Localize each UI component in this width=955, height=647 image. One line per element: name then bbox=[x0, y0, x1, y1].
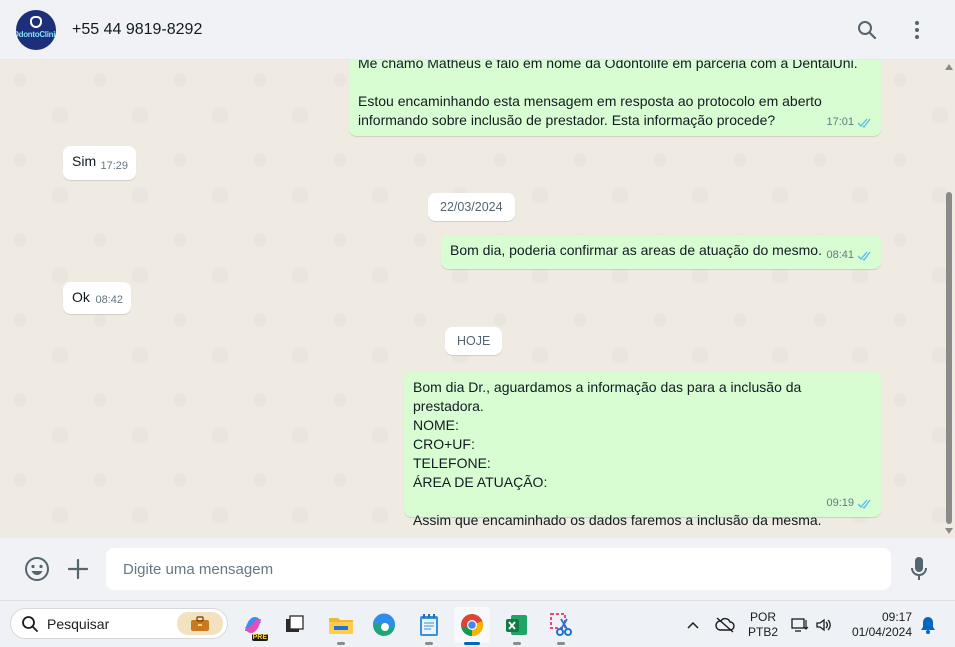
date-divider: 22/03/2024 bbox=[428, 193, 515, 221]
chat-header: OdontoClinic +55 44 9819-8292 bbox=[0, 0, 955, 60]
double-check-icon bbox=[857, 499, 871, 509]
menu-dots-icon[interactable] bbox=[905, 18, 929, 42]
cloud-offline-icon[interactable] bbox=[713, 601, 737, 647]
keyboard-layout: PTB2 bbox=[747, 624, 778, 639]
tooth-logo-icon bbox=[30, 15, 42, 28]
message-incoming[interactable]: Ok 08:42 bbox=[63, 282, 131, 314]
copilot-icon[interactable]: PRE bbox=[235, 607, 271, 643]
snipping-tool-icon[interactable] bbox=[543, 607, 579, 645]
notepad-icon[interactable] bbox=[411, 607, 447, 645]
message-text: Ok bbox=[72, 289, 90, 305]
scroll-down-arrow-icon[interactable] bbox=[945, 528, 953, 534]
volume-icon[interactable] bbox=[813, 601, 835, 647]
language-indicator[interactable]: POR PTB2 bbox=[742, 601, 784, 647]
message-text: Me chamo Matheus e falo em nome da Odont… bbox=[358, 60, 858, 71]
contact-avatar[interactable]: OdontoClinic bbox=[16, 9, 56, 50]
double-check-icon bbox=[857, 118, 871, 128]
message-outgoing[interactable]: Me chamo Matheus e falo em nome da Odont… bbox=[349, 60, 881, 136]
taskbar-search-placeholder: Pesquisar bbox=[47, 615, 110, 632]
date-divider: HOJE bbox=[445, 327, 503, 355]
task-view-icon[interactable] bbox=[276, 607, 312, 643]
contact-name[interactable]: +55 44 9819-8292 bbox=[72, 21, 202, 39]
message-time: 17:01 bbox=[826, 116, 854, 128]
network-icon[interactable] bbox=[790, 601, 810, 647]
message-time: 17:29 bbox=[100, 160, 128, 172]
avatar-logo-text: OdontoClinic bbox=[16, 30, 56, 39]
scroll-up-arrow-icon[interactable] bbox=[945, 64, 953, 70]
message-time: 08:42 bbox=[95, 294, 123, 306]
taskbar-search[interactable]: Pesquisar bbox=[10, 608, 228, 639]
message-time: 09:19 bbox=[826, 497, 854, 509]
clock-time: 09:17 bbox=[881, 609, 912, 624]
message-text: Bom dia Dr., aguardamos a informação das… bbox=[413, 379, 822, 528]
message-composer bbox=[0, 538, 955, 600]
notification-bell-icon[interactable] bbox=[917, 601, 939, 647]
message-text: Bom dia, poderia confirmar as areas de a… bbox=[450, 242, 822, 258]
windows-taskbar: Pesquisar PRE POR PTB2 09:17 01/04/2024 bbox=[0, 600, 955, 647]
language-code: POR bbox=[749, 609, 776, 624]
search-icon[interactable] bbox=[855, 18, 879, 42]
briefcase-icon bbox=[177, 612, 223, 635]
plus-icon[interactable] bbox=[64, 555, 92, 583]
file-explorer-icon[interactable] bbox=[323, 607, 359, 645]
edge-icon[interactable] bbox=[366, 607, 402, 643]
message-outgoing[interactable]: Bom dia Dr., aguardamos a informação das… bbox=[404, 372, 881, 528]
excel-icon[interactable] bbox=[499, 607, 535, 645]
double-check-icon bbox=[857, 251, 871, 261]
message-time: 08:41 bbox=[826, 249, 854, 261]
show-hidden-icons-chevron-icon[interactable] bbox=[682, 601, 704, 647]
taskbar-clock[interactable]: 09:17 01/04/2024 bbox=[842, 601, 912, 647]
clock-date: 01/04/2024 bbox=[851, 624, 912, 639]
emoji-icon[interactable] bbox=[23, 555, 51, 583]
message-input[interactable] bbox=[106, 548, 891, 590]
chat-panel: Me chamo Matheus e falo em nome da Odont… bbox=[0, 60, 955, 538]
search-icon bbox=[22, 615, 38, 632]
message-text: Estou encaminhando esta mensagem em resp… bbox=[358, 93, 822, 128]
message-text: Sim bbox=[72, 153, 97, 169]
chat-scrollbar[interactable] bbox=[945, 60, 953, 538]
microphone-icon[interactable] bbox=[905, 555, 933, 583]
message-incoming[interactable]: Sim 17:29 bbox=[63, 146, 136, 180]
scrollbar-thumb[interactable] bbox=[946, 192, 952, 524]
chrome-icon[interactable] bbox=[454, 607, 490, 645]
message-outgoing[interactable]: Bom dia, poderia confirmar as areas de a… bbox=[441, 235, 881, 269]
